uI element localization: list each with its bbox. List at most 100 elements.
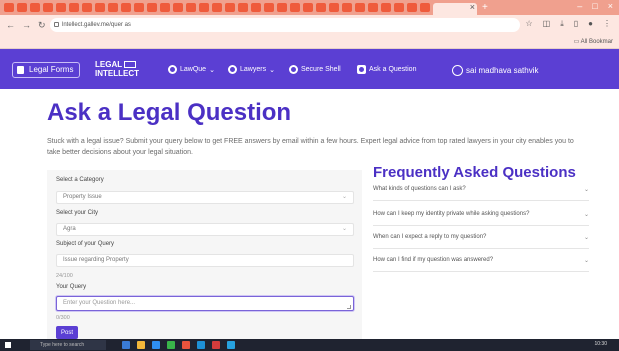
taskbar-search-placeholder: Type here to search bbox=[40, 342, 85, 348]
faq-divider bbox=[373, 200, 589, 201]
logo-line1: LEGAL bbox=[95, 60, 139, 69]
sidepanel-icon[interactable]: ▯ bbox=[574, 19, 578, 29]
browser-tab[interactable] bbox=[407, 3, 417, 12]
browser-tab[interactable] bbox=[160, 3, 170, 12]
subject-input[interactable]: Issue regarding Property bbox=[56, 254, 354, 267]
city-label: Select your City bbox=[56, 210, 99, 216]
browser-tab-strip: + bbox=[0, 0, 619, 15]
question-form: Select a Category Property Issue ⌄ Selec… bbox=[47, 170, 362, 350]
forward-icon[interactable]: → bbox=[22, 20, 31, 30]
browser-tab[interactable] bbox=[95, 3, 105, 12]
app-icon[interactable] bbox=[197, 341, 205, 349]
chevron-down-icon: ⌄ bbox=[269, 66, 275, 74]
url-text: lntellect.gallev.me/quer as bbox=[62, 22, 131, 28]
browser-tab[interactable] bbox=[433, 2, 477, 15]
app-icon[interactable] bbox=[227, 341, 235, 349]
browser-tab[interactable] bbox=[69, 3, 79, 12]
app-icon[interactable] bbox=[212, 341, 220, 349]
browser-tab[interactable] bbox=[381, 3, 391, 12]
download-icon[interactable]: ⤓ bbox=[560, 19, 564, 29]
chevron-down-icon: ⌄ bbox=[583, 258, 589, 264]
nav-ask-question[interactable]: Ask a Question bbox=[357, 65, 416, 74]
reload-icon[interactable]: ↻ bbox=[38, 20, 46, 31]
category-label: Select a Category bbox=[56, 177, 104, 183]
browser-tab[interactable] bbox=[394, 3, 404, 12]
page-title: Ask a Legal Question bbox=[47, 99, 292, 126]
app-icon[interactable] bbox=[122, 341, 130, 349]
browser-tab[interactable] bbox=[277, 3, 287, 12]
browser-tab[interactable] bbox=[290, 3, 300, 12]
user-menu[interactable]: sai madhava sathvik bbox=[452, 65, 538, 76]
browser-tab[interactable] bbox=[329, 3, 339, 12]
nav-lawyers[interactable]: Lawyers ⌄ bbox=[228, 65, 275, 74]
faq-divider bbox=[373, 271, 589, 272]
browser-tab[interactable] bbox=[56, 3, 66, 12]
site-info-icon[interactable] bbox=[54, 22, 59, 27]
menu-icon[interactable]: ⋮ bbox=[603, 19, 611, 29]
browser-tab[interactable] bbox=[30, 3, 40, 12]
browser-tab[interactable] bbox=[368, 3, 378, 12]
new-tab-button[interactable]: + bbox=[482, 2, 488, 13]
site-logo[interactable]: LEGAL INTELLECT bbox=[95, 60, 139, 78]
browser-tab[interactable] bbox=[264, 3, 274, 12]
browser-tab[interactable] bbox=[342, 3, 352, 12]
maximize-icon[interactable]: □ bbox=[592, 1, 597, 11]
os-taskbar: Type here to search 10:30 bbox=[0, 339, 619, 351]
browser-tab[interactable] bbox=[82, 3, 92, 12]
browser-tab[interactable] bbox=[108, 3, 118, 12]
browser-tab[interactable] bbox=[238, 3, 248, 12]
site-navbar: Legal Forms LEGAL INTELLECT LawQue ⌄ Law… bbox=[0, 49, 619, 89]
post-button[interactable]: Post bbox=[56, 326, 78, 339]
browser-tab[interactable] bbox=[173, 3, 183, 12]
bookmarks-bar: ▭ All Bookmar bbox=[0, 35, 619, 49]
folder-icon[interactable] bbox=[137, 341, 145, 349]
browser-tab[interactable] bbox=[316, 3, 326, 12]
legal-forms-button[interactable]: Legal Forms bbox=[12, 62, 81, 78]
app-icon[interactable] bbox=[152, 341, 160, 349]
close-window-icon[interactable]: × bbox=[608, 1, 613, 11]
chrome-icon[interactable] bbox=[167, 341, 175, 349]
browser-tab[interactable] bbox=[212, 3, 222, 12]
nav-lawque[interactable]: LawQue ⌄ bbox=[168, 65, 215, 74]
resize-handle-icon[interactable] bbox=[347, 305, 351, 309]
all-bookmarks[interactable]: ▭ All Bookmar bbox=[574, 38, 613, 45]
browser-tab[interactable] bbox=[199, 3, 209, 12]
windows-start-icon[interactable] bbox=[5, 342, 11, 348]
browser-tab[interactable] bbox=[251, 3, 261, 12]
taskbar-search[interactable]: Type here to search bbox=[30, 340, 106, 350]
browser-tab[interactable] bbox=[4, 3, 14, 12]
query-textarea[interactable]: Enter your Question here... bbox=[56, 296, 354, 311]
bookmark-star-icon[interactable]: ☆ bbox=[525, 19, 532, 29]
browser-tab[interactable] bbox=[186, 3, 196, 12]
browser-tab[interactable] bbox=[43, 3, 53, 12]
nav-secure-shell[interactable]: Secure Shell bbox=[289, 65, 341, 74]
globe-icon bbox=[228, 65, 237, 74]
minimize-icon[interactable]: – bbox=[577, 1, 582, 11]
faq-item[interactable]: What kinds of questions can I ask? ⌄ bbox=[373, 186, 589, 193]
faq-item[interactable]: How can I find if my question was answer… bbox=[373, 257, 589, 264]
faq-item[interactable]: How can I keep my identity private while… bbox=[373, 211, 589, 218]
url-field[interactable]: lntellect.gallev.me/quer as bbox=[50, 18, 520, 32]
back-icon[interactable]: ← bbox=[6, 20, 15, 30]
browser-tab[interactable] bbox=[121, 3, 131, 12]
browser-tab[interactable] bbox=[355, 3, 365, 12]
browser-tab[interactable] bbox=[134, 3, 144, 12]
faq-item[interactable]: When can I expect a reply to my question… bbox=[373, 234, 589, 241]
profile-icon[interactable]: ● bbox=[588, 19, 593, 29]
faq-question: How can I keep my identity private while… bbox=[373, 211, 530, 217]
extensions-icon[interactable]: ◫ bbox=[543, 19, 551, 29]
city-select[interactable]: Agra ⌄ bbox=[56, 223, 354, 236]
shield-icon bbox=[289, 65, 298, 74]
query-counter: 0/300 bbox=[56, 315, 70, 321]
browser-tab[interactable] bbox=[17, 3, 27, 12]
browser-tab[interactable] bbox=[225, 3, 235, 12]
app-icon[interactable] bbox=[182, 341, 190, 349]
browser-tab[interactable] bbox=[147, 3, 157, 12]
faq-question: When can I expect a reply to my question… bbox=[373, 234, 487, 240]
chevron-down-icon: ⌄ bbox=[209, 66, 215, 74]
chevron-down-icon: ⌄ bbox=[341, 194, 347, 200]
browser-tab[interactable] bbox=[303, 3, 313, 12]
browser-extensions: ☆ ◫ ⤓ ▯ ● ⋮ bbox=[525, 19, 611, 29]
browser-tab[interactable] bbox=[420, 3, 430, 12]
category-select[interactable]: Property Issue ⌄ bbox=[56, 191, 354, 204]
